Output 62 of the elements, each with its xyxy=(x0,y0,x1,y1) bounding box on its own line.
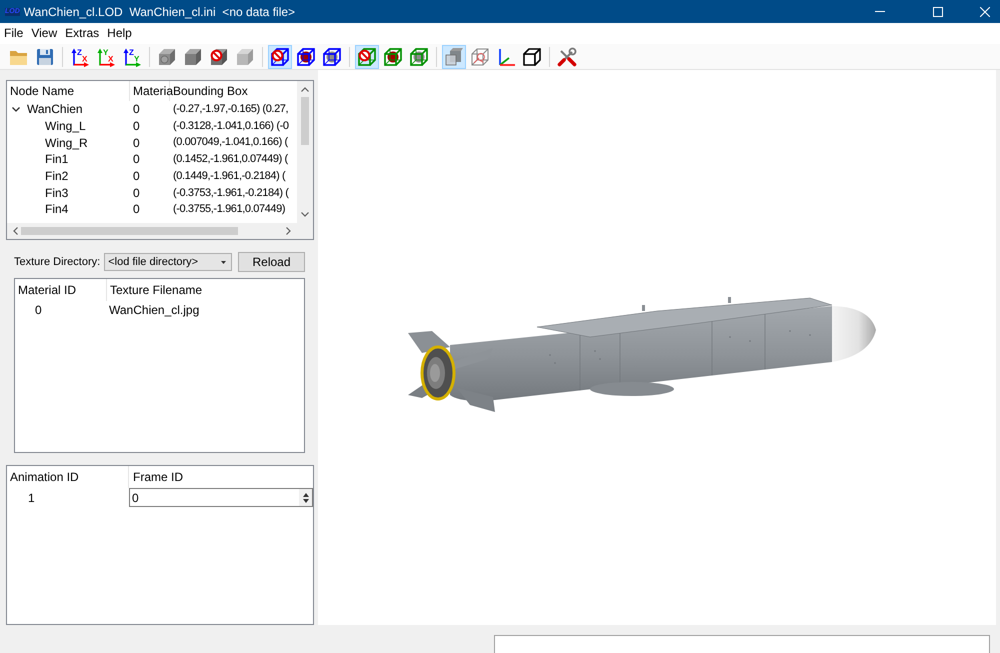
cube-icon xyxy=(235,46,255,66)
wire-cube-icon xyxy=(470,46,490,66)
column-header[interactable]: Frame ID xyxy=(129,466,313,488)
column-header[interactable]: Texture Filename xyxy=(107,279,304,301)
chevron-left-icon[interactable] xyxy=(13,227,18,235)
tree-node-label[interactable]: WanChien xyxy=(27,100,83,118)
tree-node-label[interactable]: Fin2 xyxy=(45,167,68,186)
directory-dropdown[interactable]: <lod file directory> xyxy=(104,253,232,271)
table-cell-text: 0 xyxy=(35,302,42,319)
scrollbar-thumb[interactable] xyxy=(21,227,238,235)
maximize-icon[interactable] xyxy=(933,6,943,16)
spin-up-icon[interactable] xyxy=(302,492,308,496)
table-cell-text: (-0.3755,-1.961,0.07449) xyxy=(173,202,286,218)
table-cell-text: 1 xyxy=(28,490,35,506)
table-cell-text: (0.1449,-1.961,-0.2184) ( xyxy=(173,168,286,184)
table-cell-text: 0 xyxy=(133,151,140,168)
table-cell-text: (-0.3128,-1.041,0.166) (-0 xyxy=(173,118,289,134)
text-field[interactable] xyxy=(494,635,990,653)
table-cell-text: 0 xyxy=(133,134,140,152)
menu-item[interactable]: Extras xyxy=(62,24,102,43)
cube-outline-icon xyxy=(522,46,542,66)
chevron-down-icon[interactable] xyxy=(301,212,309,217)
tools-icon xyxy=(557,46,577,66)
table-cell-text: (-0.3753,-1.961,-0.2184) ( xyxy=(173,186,289,201)
tree-node-label[interactable]: Fin1 xyxy=(45,150,68,168)
column-header[interactable]: Node Name xyxy=(7,81,130,101)
menu-item[interactable]: Help xyxy=(104,24,135,43)
table-cell-text: (0.007049,-1.041,0.166) ( xyxy=(173,135,288,150)
column-header[interactable]: Animation ID xyxy=(7,466,129,488)
axes-icon xyxy=(496,46,516,66)
cube-icon xyxy=(183,46,203,66)
table-cell-text: (0.1452,-1.961,0.07449) ( xyxy=(173,152,288,168)
tree-node-label[interactable]: Fin4 xyxy=(45,200,68,218)
tree-node-label[interactable]: Wing_L xyxy=(45,117,86,136)
chevron-down-icon[interactable] xyxy=(12,106,20,112)
tree-node-label[interactable]: Wing_R xyxy=(45,134,88,152)
tree-node-label[interactable]: Fin3 xyxy=(45,184,68,202)
vertical-scrollbar[interactable] xyxy=(297,81,313,223)
table-cell-text: 0 xyxy=(133,118,140,136)
table-cell-text: (-0.27,-1.97,-0.165) (0.27, xyxy=(173,102,288,118)
table-cell-text: 0 xyxy=(133,101,140,118)
table-cell-text: 0 xyxy=(133,168,140,186)
overlapping-cubes-icon xyxy=(444,46,464,66)
reload-button[interactable]: Reload xyxy=(238,252,305,272)
chevron-right-icon[interactable] xyxy=(286,227,291,235)
table-cell-text: 0 xyxy=(133,184,140,202)
menu-item[interactable]: File xyxy=(1,24,26,43)
menu-item[interactable]: View xyxy=(28,24,60,43)
caret-icon xyxy=(221,260,226,264)
cube-no-sign-icon xyxy=(209,46,229,66)
column-header[interactable]: Material ID xyxy=(15,279,107,301)
table-cell-text: WanChien_cl.jpg xyxy=(109,302,200,319)
scrollbar-thumb[interactable] xyxy=(301,97,309,145)
cube-icon xyxy=(157,46,177,66)
window-title: WanChien_cl.LOD WanChien_cl.ini <no data file> xyxy=(24,4,296,20)
texture-directory-label: Texture Directory: xyxy=(14,254,100,270)
frame-id-spinbox[interactable]: 0 xyxy=(129,488,313,507)
close-icon[interactable] xyxy=(980,6,990,16)
spin-down-icon[interactable] xyxy=(302,498,308,502)
chevron-up-icon[interactable] xyxy=(301,87,309,92)
table-cell-text: 0 xyxy=(133,201,140,218)
horizontal-scrollbar[interactable] xyxy=(7,223,297,239)
